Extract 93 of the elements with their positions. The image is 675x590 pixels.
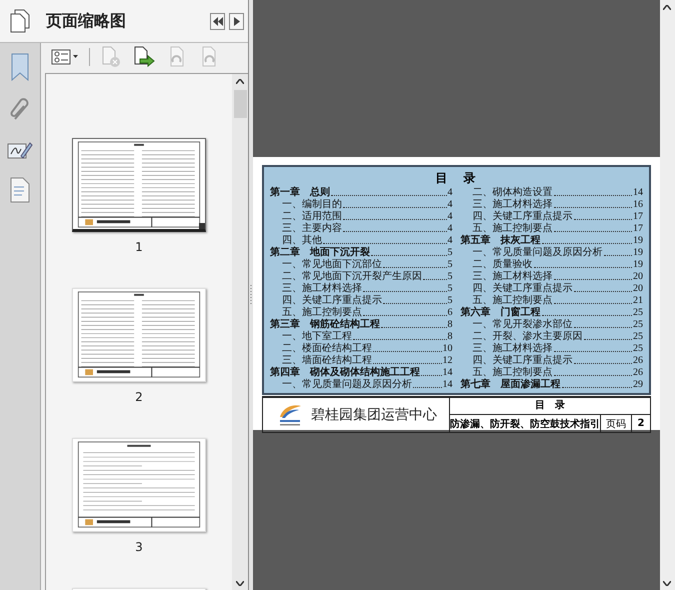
toc-entry-title: 二、砌体构造设置 (472, 187, 552, 198)
toc-page-number: 26 (633, 355, 643, 367)
page-label: 页码 (601, 415, 632, 432)
toc-entry-title: 五、施工控制要点 (281, 307, 362, 318)
logo-icon (277, 403, 303, 427)
toc-entry-title: 一、常见地面下沉部位 (281, 259, 382, 270)
toc-entry-title: 二、楼面砼结构工程 (281, 343, 372, 354)
toc-entry-title: 三、墙面砼结构工程 (281, 355, 372, 366)
toc-entry-title: 四、关键工序重点提示 (472, 355, 572, 366)
toc-entry-title: 四、关键工序重点提示 (472, 211, 572, 222)
down-chevron-icon (236, 580, 244, 586)
toc-page-number: 16 (633, 199, 643, 211)
toc-page-number: 19 (633, 259, 643, 271)
toc-page-number: 25 (633, 319, 643, 331)
toc-entry-title: 四、关键工序重点提示 (281, 295, 382, 306)
toc-page-number: 19 (633, 235, 643, 247)
toc-entry-title: 第四章 砌体及砌体结构施工工程 (270, 367, 420, 378)
toc-entry-title: 五、施工控制要点 (472, 223, 552, 234)
toc-page-number: 20 (633, 283, 643, 295)
toc-page-number: 5 (448, 283, 452, 295)
up-chevron-icon (663, 4, 671, 10)
document-icon[interactable] (10, 177, 30, 203)
toc-page-number: 21 (633, 295, 643, 307)
toc-page-number: 25 (633, 307, 643, 319)
toc-page-number: 14 (442, 379, 452, 391)
page-number: 2 (636, 417, 646, 431)
toc-page-number: 29 (633, 379, 643, 391)
toc-page-number: 4 (448, 211, 452, 223)
scrollbar-thumb[interactable] (234, 90, 246, 118)
panel-title: 页面缩略图 (44, 10, 127, 32)
toc-page-number: 12 (442, 355, 452, 367)
collapse-button[interactable] (210, 12, 225, 30)
contents-title: 目 录 (434, 170, 478, 187)
toc-page-number: 10 (442, 343, 452, 355)
right-arrow-icon (234, 16, 240, 26)
down-chevron-icon (663, 580, 671, 586)
toc-page-number: 4 (448, 199, 452, 211)
toc-page-number: 14 (633, 187, 643, 199)
toc-entry-title: 一、编制目的 (281, 199, 342, 210)
toc-entry-title: 三、施工材料选择 (472, 199, 552, 210)
toc-page-number: 26 (633, 367, 643, 379)
page-thumbnail[interactable] (72, 138, 206, 232)
toc-entry-title: 第七章 屋面渗漏工程 (460, 379, 560, 391)
toc-page-number: 20 (633, 271, 643, 283)
expand-button[interactable] (229, 12, 244, 30)
toc-entry-title: 一、常见质量问题及原因分析 (281, 379, 412, 391)
page-number-label: 1 (135, 240, 143, 254)
toc-entry-title: 三、主要内容 (281, 223, 342, 234)
toc-entry-title: 二、常见地面下沉开裂产生原因 (281, 271, 422, 282)
toc-page-number: 25 (633, 343, 643, 355)
toc-entry-title: 五、施工控制要点 (472, 295, 552, 306)
toc-page-number: 4 (448, 235, 452, 247)
toc-entry-title: 一、地下室工程 (281, 331, 352, 342)
options-menu-button[interactable] (51, 49, 79, 65)
toc-page-number: 8 (448, 331, 452, 343)
toc-page-number: 19 (633, 247, 643, 259)
toc-page-number: 6 (448, 307, 452, 319)
toc-page-number: 4 (448, 223, 452, 235)
toc-page-number: 5 (448, 271, 452, 283)
toc-entry-title: 三、施工材料选择 (472, 271, 552, 282)
double-left-arrow-icon (212, 16, 222, 26)
toc-page-number: 5 (448, 295, 452, 307)
organization-name: 碧桂园集团运营中心 (311, 406, 437, 424)
toc-entry-title: 三、施工材料选择 (472, 343, 552, 354)
toc-page-number: 8 (448, 319, 452, 331)
page-number-label: 2 (135, 390, 143, 404)
toc-entry-title: 五、施工控制要点 (472, 367, 552, 378)
up-chevron-icon (236, 78, 244, 84)
toc-entry-title: 第一章 总则 (270, 187, 330, 198)
toc-entry-title: 第五章 抹灰工程 (460, 235, 540, 246)
toc-entry-title: 三、施工材料选择 (281, 283, 362, 294)
toc-entry-title: 第二章 地面下沉开裂 (270, 247, 370, 258)
toc-page-number: 5 (448, 259, 452, 271)
toc-entry-title: 第三章 钢筋砼结构工程 (270, 319, 380, 330)
insert-page-button[interactable] (132, 46, 156, 68)
guide-title: 防渗漏、防开裂、防空鼓技术指引 (450, 415, 601, 432)
toc-page-number: 25 (633, 331, 643, 343)
page-number-label: 3 (135, 540, 143, 554)
toc-page-number: 17 (633, 211, 643, 223)
toc-page-number: 4 (448, 187, 452, 199)
toc-entry-title: 一、常见质量问题及原因分析 (472, 247, 602, 258)
toc-entry-title: 二、适用范围 (281, 211, 342, 222)
toc-entry-title: 四、关键工序重点提示 (472, 283, 572, 294)
toc-page-number: 5 (448, 247, 452, 259)
pages-icon[interactable] (9, 9, 31, 33)
toc-entry-title: 四、其他 (281, 235, 322, 246)
toc-page-number: 14 (442, 367, 452, 379)
toc-entry-title: 一、常见开裂渗水部位 (472, 319, 572, 330)
toc-page-number: 17 (633, 223, 643, 235)
toc-entry-title: 二、开裂、渗水主要原因 (472, 331, 582, 342)
section-title: 目 录 (450, 398, 650, 415)
toc-entry-title: 第六章 门窗工程 (460, 307, 540, 318)
toc-entry-title: 二、质量验收 (472, 259, 532, 270)
